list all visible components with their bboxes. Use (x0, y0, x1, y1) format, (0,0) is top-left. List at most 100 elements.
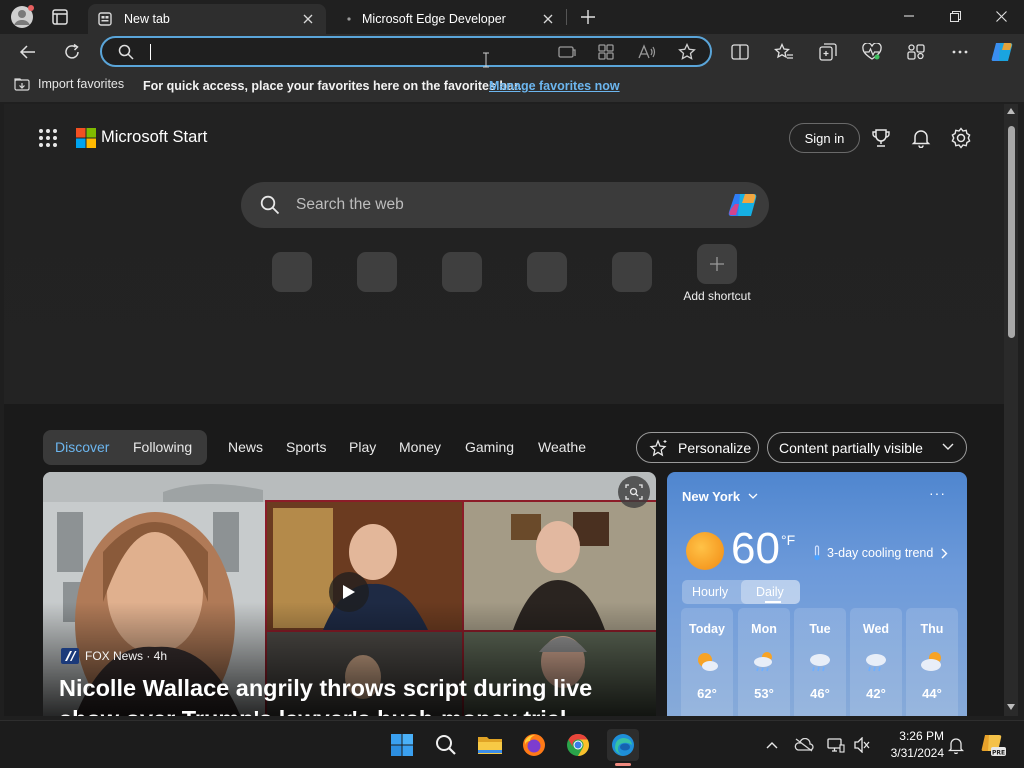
settings-gear-icon[interactable] (949, 126, 973, 150)
split-screen-icon[interactable] (724, 36, 756, 68)
close-tab-icon[interactable] (536, 7, 560, 31)
forecast-day-name: Thu (920, 622, 944, 636)
new-tab-plus-icon[interactable] (576, 5, 600, 29)
temperature-unit[interactable]: °F (781, 532, 795, 548)
shortcut-tile[interactable] (442, 252, 482, 292)
read-aloud-icon[interactable] (638, 44, 656, 60)
news-source[interactable]: FOX News · 4h (61, 648, 167, 664)
extensions-grid-icon[interactable] (598, 44, 614, 60)
chrome-icon[interactable] (562, 729, 594, 761)
restore-icon[interactable] (932, 0, 978, 32)
manage-favorites-link[interactable]: Manage favorites now (489, 79, 620, 93)
copilot-preview-icon[interactable]: PRE (980, 733, 1006, 757)
tab-hourly[interactable]: Hourly (692, 585, 728, 599)
search-icon[interactable] (430, 729, 462, 761)
tab-daily[interactable]: Daily (756, 585, 784, 599)
tab-edge-developer[interactable]: Microsoft Edge Developer (330, 4, 566, 34)
tab-new-tab[interactable]: New tab (88, 4, 326, 34)
collections-icon[interactable] (812, 36, 844, 68)
show-hidden-icons-chevron-icon[interactable] (762, 735, 782, 755)
clock-date[interactable]: 3/31/2024 (870, 746, 944, 760)
import-favorites-button[interactable]: Import favorites (14, 77, 124, 91)
volume-muted-icon[interactable] (852, 735, 872, 755)
forecast-day[interactable]: Tue 46° (794, 608, 846, 716)
content-visibility-dropdown[interactable]: Content partially visible (767, 432, 967, 463)
mouse-cursor-icon (483, 52, 489, 68)
new-tab-page-icon (98, 12, 112, 26)
tab-sports[interactable]: Sports (286, 439, 326, 455)
tab-weather[interactable]: Weathe (538, 439, 586, 455)
play-video-button[interactable] (329, 572, 369, 612)
tab-title: New tab (124, 12, 170, 26)
personalize-button[interactable]: Personalize (636, 432, 759, 463)
tab-play[interactable]: Play (349, 439, 376, 455)
back-arrow-icon[interactable] (12, 36, 44, 68)
weather-card[interactable]: New York ··· 60 °F 3-day cooling trend H… (667, 472, 967, 716)
shortcut-tile[interactable] (272, 252, 312, 292)
forecast-day[interactable]: Today 62° (681, 608, 733, 716)
news-card[interactable]: FOX News · 4h Nicolle Wallace angrily th… (43, 472, 656, 716)
start-icon[interactable] (386, 729, 418, 761)
shortcut-tile[interactable] (527, 252, 567, 292)
tab-following[interactable]: Following (133, 439, 192, 455)
page-scrollbar[interactable] (1004, 104, 1018, 716)
workspaces-icon[interactable] (900, 36, 932, 68)
favorite-star-icon[interactable] (678, 43, 696, 61)
sign-in-button[interactable]: Sign in (789, 123, 860, 153)
edge-icon[interactable] (607, 729, 639, 761)
navigation-toolbar (0, 34, 1024, 70)
forecast-day[interactable]: Thu 44° (906, 608, 958, 716)
forecast-day-name: Mon (751, 622, 777, 636)
address-bar[interactable] (100, 36, 712, 67)
favorites-icon[interactable] (768, 36, 800, 68)
address-input[interactable] (148, 42, 528, 62)
tab-news[interactable]: News (228, 439, 263, 455)
forecast-day-name: Tue (809, 622, 831, 636)
network-display-icon[interactable] (826, 735, 846, 755)
close-window-icon[interactable] (978, 0, 1024, 32)
close-tab-icon[interactable] (296, 7, 320, 31)
weather-location[interactable]: New York (682, 489, 758, 504)
scrollbar-thumb[interactable] (1008, 126, 1015, 338)
shortcut-tile[interactable] (612, 252, 652, 292)
news-headline[interactable]: Nicolle Wallace angrily throws script du… (59, 675, 592, 702)
shortcut-tile[interactable] (357, 252, 397, 292)
visual-search-button[interactable] (618, 476, 650, 508)
weather-more-options[interactable]: ··· (929, 485, 946, 501)
more-options-icon[interactable] (944, 36, 976, 68)
scroll-up-arrow-icon[interactable] (1007, 108, 1015, 114)
forecast-day[interactable]: Mon 53° (738, 608, 790, 716)
forecast-temp: 44° (922, 686, 942, 701)
tab-actions-icon[interactable] (50, 7, 70, 27)
minimize-icon[interactable] (886, 0, 932, 32)
tab-gaming[interactable]: Gaming (465, 439, 514, 455)
thermometer-icon (813, 545, 821, 561)
tab-discover[interactable]: Discover (55, 439, 109, 455)
forecast-temp: 46° (810, 686, 830, 701)
copilot-icon[interactable] (986, 36, 1018, 68)
app-launcher-icon[interactable] (38, 128, 58, 148)
chevron-down-icon (748, 493, 758, 500)
notifications-bell-icon[interactable] (909, 126, 933, 150)
tab-money[interactable]: Money (399, 439, 441, 455)
refresh-icon[interactable] (56, 36, 88, 68)
import-folder-icon (14, 77, 30, 91)
scroll-down-arrow-icon[interactable] (1007, 704, 1015, 710)
news-headline-continued[interactable]: show over Trump's lawyer's hush-money tr… (59, 706, 566, 716)
clock-time[interactable]: 3:26 PM (898, 729, 944, 743)
add-shortcut-label: Add shortcut (683, 289, 751, 303)
rewards-trophy-icon[interactable] (869, 126, 893, 150)
app-available-icon[interactable] (558, 44, 576, 60)
web-search-box[interactable]: Search the web (241, 182, 769, 228)
profile-avatar[interactable] (10, 5, 34, 29)
notifications-bell-icon[interactable] (946, 735, 966, 755)
forecast-day[interactable]: Wed 42° (850, 608, 902, 716)
browser-essentials-icon[interactable] (856, 36, 888, 68)
file-explorer-icon[interactable] (474, 729, 506, 761)
onedrive-offline-icon[interactable] (794, 735, 814, 755)
copilot-icon[interactable] (727, 191, 759, 219)
add-shortcut-button[interactable] (697, 244, 737, 284)
news-source-label: FOX News · 4h (85, 649, 168, 663)
firefox-icon[interactable] (518, 729, 550, 761)
weather-trend-link[interactable]: 3-day cooling trend (813, 545, 948, 561)
